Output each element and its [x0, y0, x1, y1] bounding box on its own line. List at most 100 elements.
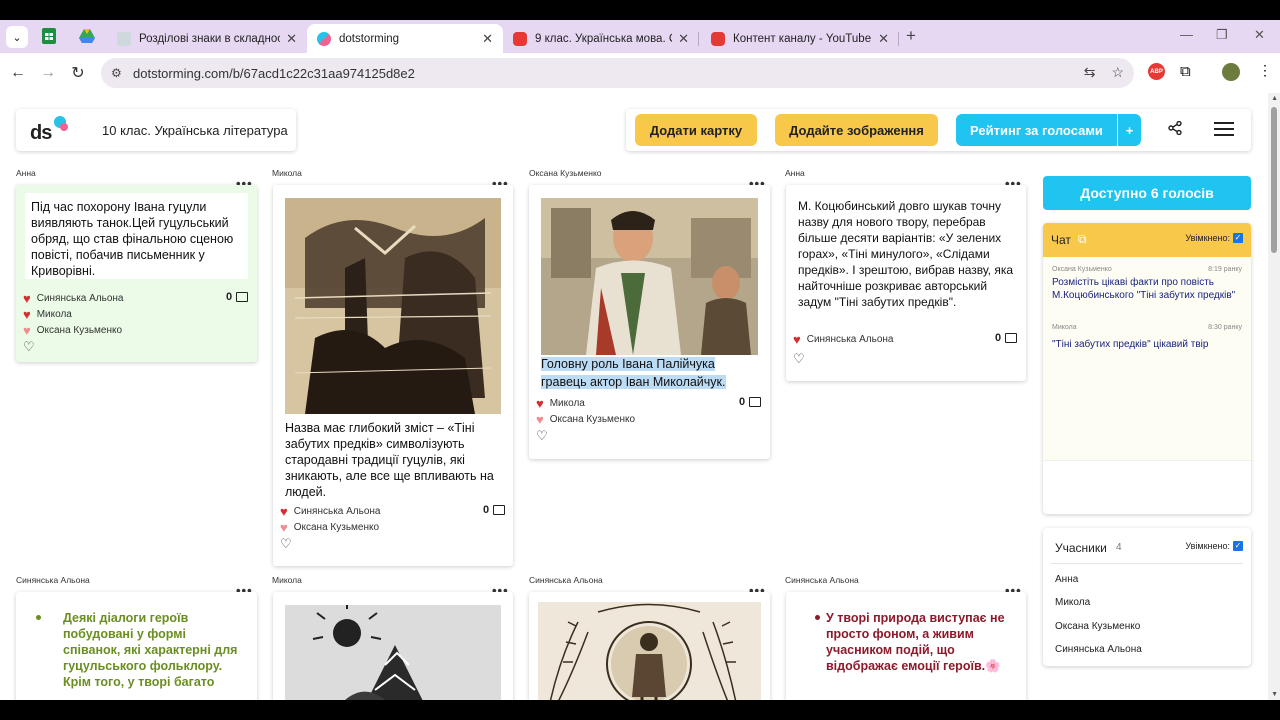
like-row: ♥ Синянська Альона	[23, 291, 124, 306]
card-7[interactable]	[529, 592, 770, 700]
card-5[interactable]: Деякі діалоги героїв побудовані у формі …	[16, 592, 257, 700]
close-icon[interactable]: ✕	[286, 31, 297, 47]
comments-button[interactable]: 0	[226, 291, 249, 303]
toggle-label: Увімкнено:	[1185, 541, 1230, 551]
tab-youtube-lesson[interactable]: 9 клас. Українська мова. Склад ✕	[503, 24, 699, 53]
like-button[interactable]: ♡	[280, 536, 298, 552]
heart-outline-icon[interactable]: ♡	[536, 428, 548, 444]
hamburger-menu-icon[interactable]	[1214, 122, 1234, 137]
card-4[interactable]: М. Коцюбинський довго шукав точну назву …	[786, 185, 1026, 381]
like-row: ♥ Синянська Альона	[793, 332, 894, 347]
members-toggle[interactable]: Увімкнено: ✓	[1185, 541, 1243, 551]
top-black-bar	[0, 0, 1280, 20]
new-tab-plus-icon[interactable]: +	[906, 26, 916, 46]
close-icon[interactable]: ✕	[878, 31, 889, 47]
menu-kebab-icon[interactable]: ⋮	[1258, 62, 1272, 79]
share-glyph	[1168, 120, 1182, 136]
profile-avatar[interactable]	[1222, 63, 1240, 81]
chat-toggle[interactable]: Увімкнено: ✓	[1185, 233, 1243, 243]
extensions-puzzle-icon[interactable]: ⧉	[1180, 63, 1191, 80]
minimize-icon[interactable]: —	[1180, 27, 1193, 42]
drive-pinned-tab[interactable]	[78, 27, 96, 45]
card-3[interactable]: Головну роль Івана Палійчука гравець акт…	[529, 185, 770, 459]
adblock-extension-icon[interactable]: ABP	[1148, 63, 1165, 80]
card-2[interactable]: Назва має глибокий зміст – «Тіні забутих…	[273, 185, 513, 566]
like-row: ♥ Оксана Кузьменко	[280, 520, 379, 535]
checkbox-checked-icon[interactable]: ✓	[1233, 541, 1243, 551]
board-header: ds 10 клас. Українська література	[16, 109, 296, 151]
folk-art-image[interactable]	[538, 602, 761, 700]
card-author: Синянська Альона	[785, 575, 859, 585]
tab-youtube-studio[interactable]: Контент каналу - YouTube Studio ✕	[701, 24, 899, 53]
card-8[interactable]: У творі природа виступає не просто фоном…	[786, 592, 1026, 700]
like-button[interactable]: ♡	[536, 428, 554, 444]
card-text-area: Головну роль Івана Палійчука гравець акт…	[541, 355, 758, 390]
add-card-button[interactable]: Додати картку	[635, 114, 757, 146]
tab-label: dotstorming	[339, 32, 400, 45]
heart-outline-icon[interactable]: ♡	[23, 339, 35, 355]
comment-bubble-icon	[1005, 333, 1018, 343]
like-row: ♥ Микола	[23, 307, 72, 322]
liker-name: Микола	[549, 398, 585, 409]
tab-search-chevron-icon[interactable]: ⌄	[6, 26, 28, 48]
like-button[interactable]: ♡	[23, 339, 41, 355]
star-bookmark-icon[interactable]: ☆	[1111, 64, 1124, 81]
heart-outline-icon[interactable]: ♡	[793, 351, 805, 367]
comment-bubble-icon	[493, 505, 506, 515]
scroll-up-arrow-icon[interactable]: ▲	[1271, 95, 1278, 102]
heart-filled-icon: ♥	[536, 412, 544, 427]
site-info-icon[interactable]: ⚙	[111, 66, 127, 80]
window-close-icon[interactable]: ✕	[1254, 27, 1265, 43]
address-bar[interactable]: ⚙ dotstorming.com/b/67acd1c22c31aa974125…	[101, 58, 1134, 88]
comments-button[interactable]: 0	[483, 504, 506, 516]
translate-icon[interactable]: ⇆	[1084, 64, 1096, 81]
open-external-icon[interactable]: ⧉	[1078, 232, 1087, 247]
page-scrollbar[interactable]: ▲ ▼	[1268, 93, 1280, 700]
chat-panel: Чат ⧉ Увімкнено: ✓ Оксана Кузьменко 8:19 р…	[1043, 223, 1251, 514]
dotstorming-logo[interactable]: ds	[30, 114, 76, 146]
votes-available-button[interactable]: Доступно 6 голосів	[1043, 176, 1251, 210]
card-6[interactable]	[273, 592, 513, 700]
card-text-area: Під час похорону Івана гуцули виявляють …	[25, 193, 248, 279]
heart-filled-icon: ♥	[793, 332, 801, 347]
message-meta: Оксана Кузьменко 8:19 ранку	[1052, 266, 1242, 273]
members-panel: Учасники 4 Увімкнено: ✓ Анна Микола Оксан…	[1043, 528, 1251, 666]
tab-separator	[698, 32, 699, 46]
chat-header: Чат ⧉ Увімкнено: ✓	[1043, 223, 1251, 257]
comment-count: 0	[226, 291, 233, 303]
like-row: ♥ Синянська Альона	[280, 504, 381, 519]
woodcut-image[interactable]	[285, 198, 501, 414]
close-icon[interactable]: ✕	[678, 31, 689, 47]
add-image-button[interactable]: Додайте зображення	[775, 114, 938, 146]
members-list: Анна Микола Оксана Кузьменко Синянська А…	[1055, 574, 1142, 667]
browser-toolbar: ← → ↻ ⚙ dotstorming.com/b/67acd1c22c31aa…	[0, 53, 1280, 93]
message-meta: Микола 8:30 ранку	[1052, 324, 1242, 331]
back-arrow-icon[interactable]: ←	[8, 63, 28, 83]
share-icon[interactable]	[1168, 120, 1182, 139]
checkbox-checked-icon[interactable]: ✓	[1233, 233, 1243, 243]
reload-icon[interactable]: ↻	[68, 63, 88, 83]
like-button[interactable]: ♡	[793, 351, 811, 367]
card-1[interactable]: Під час похорону Івана гуцули виявляють …	[16, 185, 257, 362]
tab-dotstorming[interactable]: dotstorming ✕	[307, 24, 503, 53]
scroll-down-arrow-icon[interactable]: ▼	[1271, 691, 1278, 698]
sheets-pinned-tab[interactable]	[40, 27, 58, 45]
close-icon[interactable]: ✕	[482, 31, 493, 47]
film-still-image[interactable]	[541, 198, 758, 355]
chat-input[interactable]	[1043, 460, 1251, 514]
heart-outline-icon[interactable]: ♡	[280, 536, 292, 552]
film-still-illustration	[541, 198, 758, 355]
rating-by-votes-button[interactable]: Рейтинг за голосами	[956, 114, 1117, 146]
comments-button[interactable]: 0	[739, 396, 762, 408]
rating-plus-button[interactable]: +	[1118, 114, 1141, 146]
sun-engraving-image[interactable]	[285, 605, 501, 700]
liker-name: Оксана Кузьменко	[36, 325, 123, 336]
board-actions: Додати картку Додайте зображення Рейтинг…	[626, 109, 1251, 151]
scroll-thumb[interactable]	[1271, 107, 1277, 253]
forward-arrow-icon[interactable]: →	[38, 63, 58, 83]
comments-button[interactable]: 0	[995, 332, 1018, 344]
divider	[1051, 563, 1243, 564]
tab-punctuation[interactable]: Розділові знаки в складносурядн ✕	[107, 24, 307, 53]
logo-text: ds	[30, 122, 52, 144]
restore-icon[interactable]: ❐	[1216, 27, 1228, 43]
